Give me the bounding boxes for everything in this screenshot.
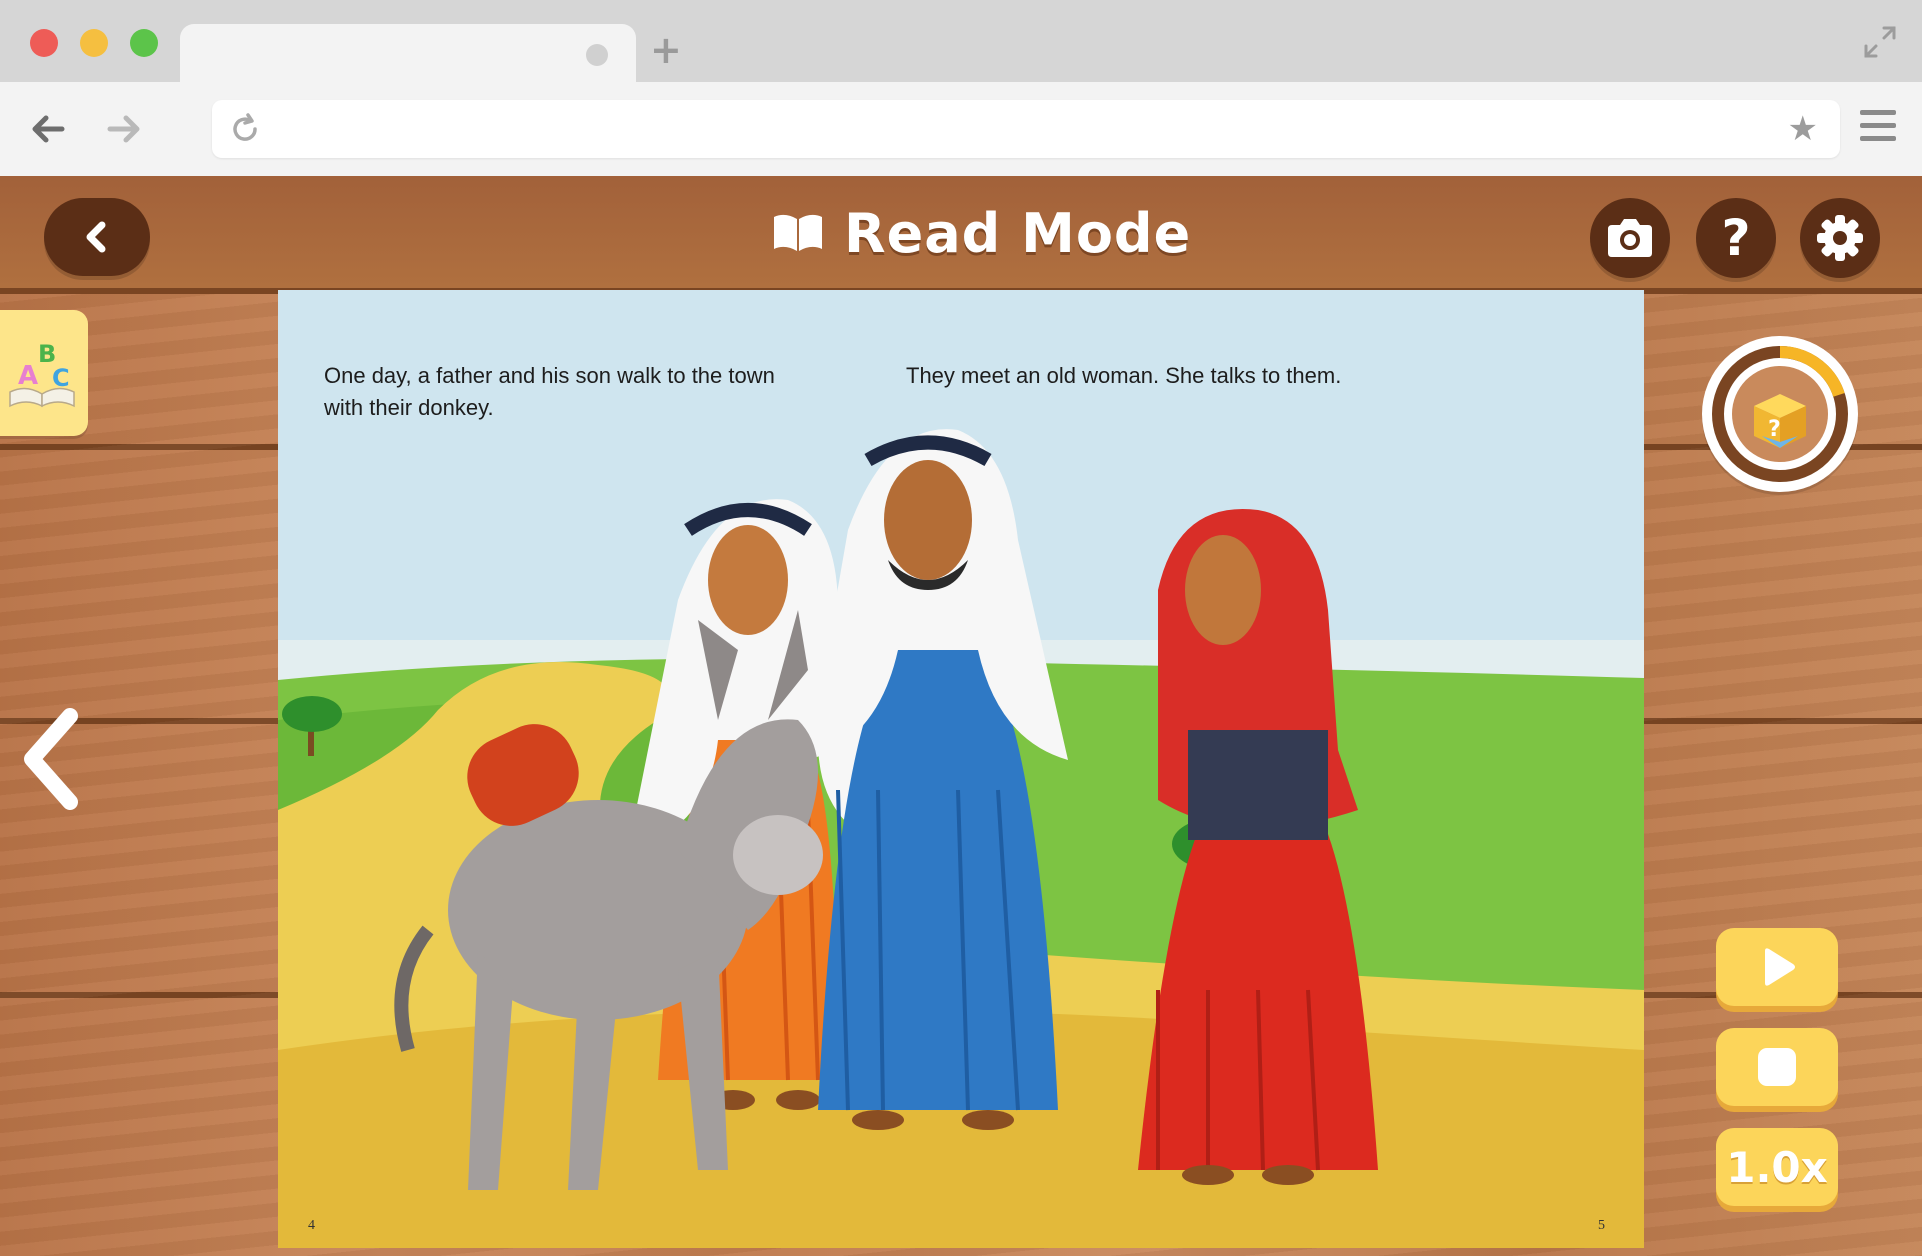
left-page-number: 4 <box>308 1218 315 1233</box>
address-bar[interactable]: ★ <box>212 100 1840 158</box>
title-text: Read Mode <box>844 201 1192 265</box>
browser-tab-bar: + <box>0 0 1922 82</box>
reader-app: Read Mode ? A B C One day, a father and … <box>0 176 1922 1256</box>
window-minimize-button[interactable] <box>80 29 108 57</box>
back-icon <box>86 221 106 253</box>
speed-label: 1.0x <box>1726 1142 1828 1192</box>
forward-arrow-icon[interactable] <box>98 104 148 154</box>
window-maximize-button[interactable] <box>130 29 158 57</box>
page-title: Read Mode <box>770 198 1191 268</box>
window-close-button[interactable] <box>30 29 58 57</box>
settings-button[interactable] <box>1800 198 1880 278</box>
left-page-line-2: with their donkey. <box>324 395 494 420</box>
abc-book-icon: A B C <box>9 340 75 408</box>
quiz-box-glyph: ? <box>1768 417 1781 442</box>
menu-icon[interactable] <box>1860 110 1896 144</box>
camera-button[interactable] <box>1590 198 1670 278</box>
quiz-progress-ring: ? <box>1712 346 1848 482</box>
browser-toolbar: ★ <box>0 82 1922 177</box>
camera-icon <box>1608 219 1652 257</box>
stop-button[interactable] <box>1716 1028 1838 1106</box>
stop-icon <box>1758 1048 1796 1086</box>
left-page-text: One day, a father and his son walk to th… <box>324 360 775 424</box>
tab-close-icon[interactable] <box>586 44 608 66</box>
fullscreen-icon[interactable] <box>1860 22 1900 62</box>
bookmark-star-icon[interactable]: ★ <box>1788 110 1818 148</box>
book-icon <box>774 214 822 251</box>
story-illustration <box>278 290 1644 1248</box>
speed-button[interactable]: 1.0x <box>1716 1128 1838 1206</box>
help-button[interactable]: ? <box>1696 198 1776 278</box>
quiz-button[interactable]: ? <box>1702 336 1858 492</box>
back-button[interactable] <box>44 198 150 276</box>
back-arrow-icon[interactable] <box>24 104 74 154</box>
gear-icon <box>1817 215 1863 261</box>
reader-header: Read Mode ? <box>0 176 1922 294</box>
play-button[interactable] <box>1716 928 1838 1006</box>
abc-letter-c: C <box>52 364 70 392</box>
right-page-text: They meet an old woman. She talks to the… <box>906 363 1342 388</box>
book-spread: One day, a father and his son walk to th… <box>278 290 1644 1248</box>
play-icon <box>1765 948 1795 986</box>
previous-page-button[interactable] <box>18 704 88 814</box>
word-list-button[interactable]: A B C <box>0 310 88 436</box>
browser-tab[interactable] <box>180 24 636 82</box>
right-page-number: 5 <box>1598 1218 1605 1233</box>
abc-letter-a: A <box>18 361 38 391</box>
help-icon: ? <box>1721 209 1751 267</box>
reload-icon[interactable] <box>228 112 262 146</box>
new-tab-icon[interactable]: + <box>650 30 682 70</box>
left-page-line-1: One day, a father and his son walk to th… <box>324 363 775 388</box>
